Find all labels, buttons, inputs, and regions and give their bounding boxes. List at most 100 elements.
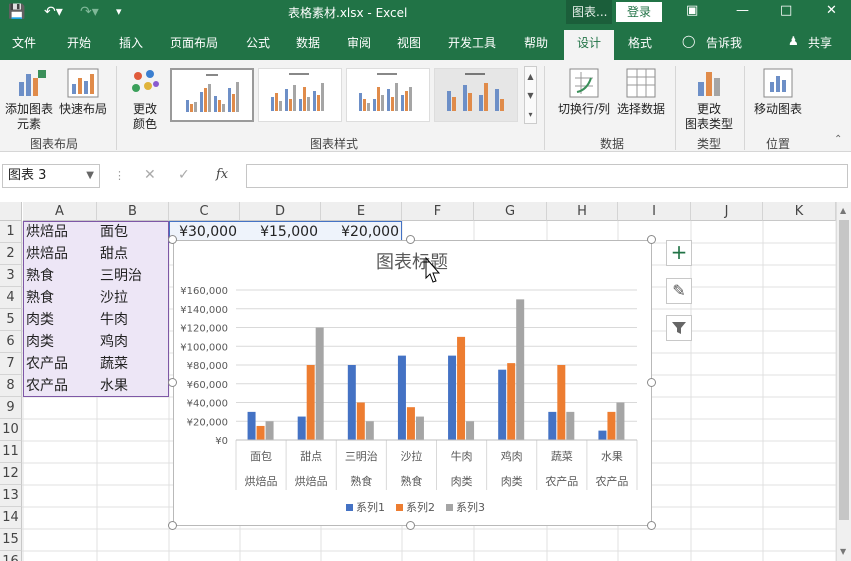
cell-a6[interactable]: 肉类 bbox=[23, 331, 97, 353]
change-chart-type-button[interactable]: 更改 图表类型 bbox=[680, 64, 738, 131]
column-header-a[interactable]: A bbox=[23, 202, 97, 221]
minimize-icon[interactable]: — bbox=[736, 3, 749, 18]
chart-styles-brush-icon[interactable]: ✎ bbox=[666, 278, 692, 304]
gallery-scroll[interactable]: ▲ ▼ ▾ bbox=[524, 66, 537, 124]
chart-style-1[interactable] bbox=[170, 68, 254, 122]
cancel-icon[interactable]: ✕ bbox=[144, 167, 156, 183]
resize-handle-t[interactable] bbox=[406, 235, 415, 244]
tab-developer[interactable]: 开发工具 bbox=[448, 34, 496, 51]
scroll-thumb[interactable] bbox=[839, 220, 849, 520]
cell-a1[interactable]: 烘焙品 bbox=[23, 221, 97, 243]
tab-insert[interactable]: 插入 bbox=[119, 34, 143, 51]
undo-icon[interactable]: ↶▾ bbox=[44, 4, 63, 20]
row-header-13[interactable]: 13 bbox=[0, 485, 22, 507]
tab-help[interactable]: 帮助 bbox=[524, 34, 548, 51]
cell-b3[interactable]: 三明治 bbox=[97, 265, 169, 287]
resize-handle-tr[interactable] bbox=[647, 235, 656, 244]
change-colors-button[interactable]: 更改 颜色 bbox=[122, 64, 168, 131]
select-all-corner[interactable] bbox=[0, 202, 22, 221]
chart-elements-plus-icon[interactable]: + bbox=[666, 240, 692, 266]
column-header-g[interactable]: G bbox=[474, 202, 547, 221]
row-header-8[interactable]: 8 bbox=[0, 375, 22, 397]
resize-handle-l[interactable] bbox=[168, 378, 177, 387]
tell-me-search[interactable]: 告诉我 bbox=[706, 34, 742, 51]
resize-handle-br[interactable] bbox=[647, 521, 656, 530]
scroll-up-icon[interactable]: ▲ bbox=[840, 206, 846, 215]
login-button[interactable]: 登录 bbox=[616, 2, 662, 22]
row-header-14[interactable]: 14 bbox=[0, 507, 22, 529]
row-header-7[interactable]: 7 bbox=[0, 353, 22, 375]
collapse-ribbon-icon[interactable]: ⌃ bbox=[834, 134, 842, 145]
close-icon[interactable]: ✕ bbox=[826, 3, 837, 18]
column-header-k[interactable]: K bbox=[763, 202, 836, 221]
ribbon-display-icon[interactable]: ▣ bbox=[686, 3, 698, 18]
cell-b7[interactable]: 蔬菜 bbox=[97, 353, 169, 375]
resize-handle-bl[interactable] bbox=[168, 521, 177, 530]
chart-filters-funnel-icon[interactable] bbox=[666, 315, 692, 341]
row-header-11[interactable]: 11 bbox=[0, 441, 22, 463]
cell-b4[interactable]: 沙拉 bbox=[97, 287, 169, 309]
cell-b8[interactable]: 水果 bbox=[97, 375, 169, 397]
cell-a5[interactable]: 肉类 bbox=[23, 309, 97, 331]
column-header-f[interactable]: F bbox=[402, 202, 474, 221]
tab-formulas[interactable]: 公式 bbox=[246, 34, 270, 51]
cell-b1[interactable]: 面包 bbox=[97, 221, 169, 243]
row-header-4[interactable]: 4 bbox=[0, 287, 22, 309]
row-header-16[interactable]: 16 bbox=[0, 551, 22, 561]
vertical-scrollbar[interactable]: ▲ ▼ bbox=[836, 202, 851, 561]
cell-a4[interactable]: 熟食 bbox=[23, 287, 97, 309]
row-header-9[interactable]: 9 bbox=[0, 397, 22, 419]
column-header-h[interactable]: H bbox=[547, 202, 618, 221]
row-header-3[interactable]: 3 bbox=[0, 265, 22, 287]
move-chart-button[interactable]: 移动图表 bbox=[750, 64, 806, 130]
resize-handle-tl[interactable] bbox=[168, 235, 177, 244]
chart-style-3[interactable] bbox=[346, 68, 430, 122]
tab-home[interactable]: 开始 bbox=[67, 34, 91, 51]
save-icon[interactable]: 💾 bbox=[8, 4, 25, 20]
tab-page-layout[interactable]: 页面布局 bbox=[170, 34, 218, 51]
select-data-button[interactable]: 选择数据 bbox=[614, 64, 668, 130]
cell-a2[interactable]: 烘焙品 bbox=[23, 243, 97, 265]
chart-style-4[interactable] bbox=[434, 68, 518, 122]
share-button[interactable]: 共享 bbox=[808, 34, 832, 51]
switch-row-column-button[interactable]: 切换行/列 bbox=[554, 64, 614, 130]
name-box[interactable]: 图表 3 ▼ bbox=[2, 164, 100, 188]
row-header-6[interactable]: 6 bbox=[0, 331, 22, 353]
row-header-12[interactable]: 12 bbox=[0, 463, 22, 485]
row-header-2[interactable]: 2 bbox=[0, 243, 22, 265]
insert-function-icon[interactable]: fx bbox=[216, 167, 228, 182]
tab-review[interactable]: 审阅 bbox=[347, 34, 371, 51]
column-header-c[interactable]: C bbox=[169, 202, 240, 221]
row-header-1[interactable]: 1 bbox=[0, 221, 22, 243]
column-header-e[interactable]: E bbox=[321, 202, 402, 221]
chart-style-2[interactable] bbox=[258, 68, 342, 122]
cell-b5[interactable]: 牛肉 bbox=[97, 309, 169, 331]
tab-data[interactable]: 数据 bbox=[296, 34, 320, 51]
customize-qat-icon[interactable]: ▾ bbox=[116, 4, 122, 20]
column-header-j[interactable]: J bbox=[691, 202, 763, 221]
cell-a7[interactable]: 农产品 bbox=[23, 353, 97, 375]
formula-input[interactable] bbox=[246, 164, 848, 188]
enter-icon[interactable]: ✓ bbox=[178, 167, 190, 183]
redo-icon[interactable]: ↷▾ bbox=[80, 4, 99, 20]
name-box-dropdown-icon[interactable]: ▼ bbox=[86, 165, 94, 187]
tab-format[interactable]: 格式 bbox=[628, 34, 652, 51]
column-header-d[interactable]: D bbox=[240, 202, 321, 221]
quick-layout-button[interactable]: 快速布局 bbox=[56, 64, 110, 130]
tab-file[interactable]: 文件 bbox=[12, 34, 36, 51]
scroll-down-icon[interactable]: ▼ bbox=[840, 547, 846, 556]
cell-b2[interactable]: 甜点 bbox=[97, 243, 169, 265]
cell-b6[interactable]: 鸡肉 bbox=[97, 331, 169, 353]
column-header-b[interactable]: B bbox=[97, 202, 169, 221]
row-header-5[interactable]: 5 bbox=[0, 309, 22, 331]
cell-a8[interactable]: 农产品 bbox=[23, 375, 97, 397]
maximize-icon[interactable]: □ bbox=[780, 3, 792, 18]
row-header-15[interactable]: 15 bbox=[0, 529, 22, 551]
column-header-i[interactable]: I bbox=[618, 202, 691, 221]
tab-design[interactable]: 设计 bbox=[564, 30, 614, 60]
row-header-10[interactable]: 10 bbox=[0, 419, 22, 441]
cell-a3[interactable]: 熟食 bbox=[23, 265, 97, 287]
tab-view[interactable]: 视图 bbox=[397, 34, 421, 51]
chart-object[interactable]: 图表标题 ¥0 ¥20,000 ¥40,000 ¥60,000 ¥80,000 ¥100,… bbox=[173, 240, 652, 526]
resize-handle-r[interactable] bbox=[647, 378, 656, 387]
